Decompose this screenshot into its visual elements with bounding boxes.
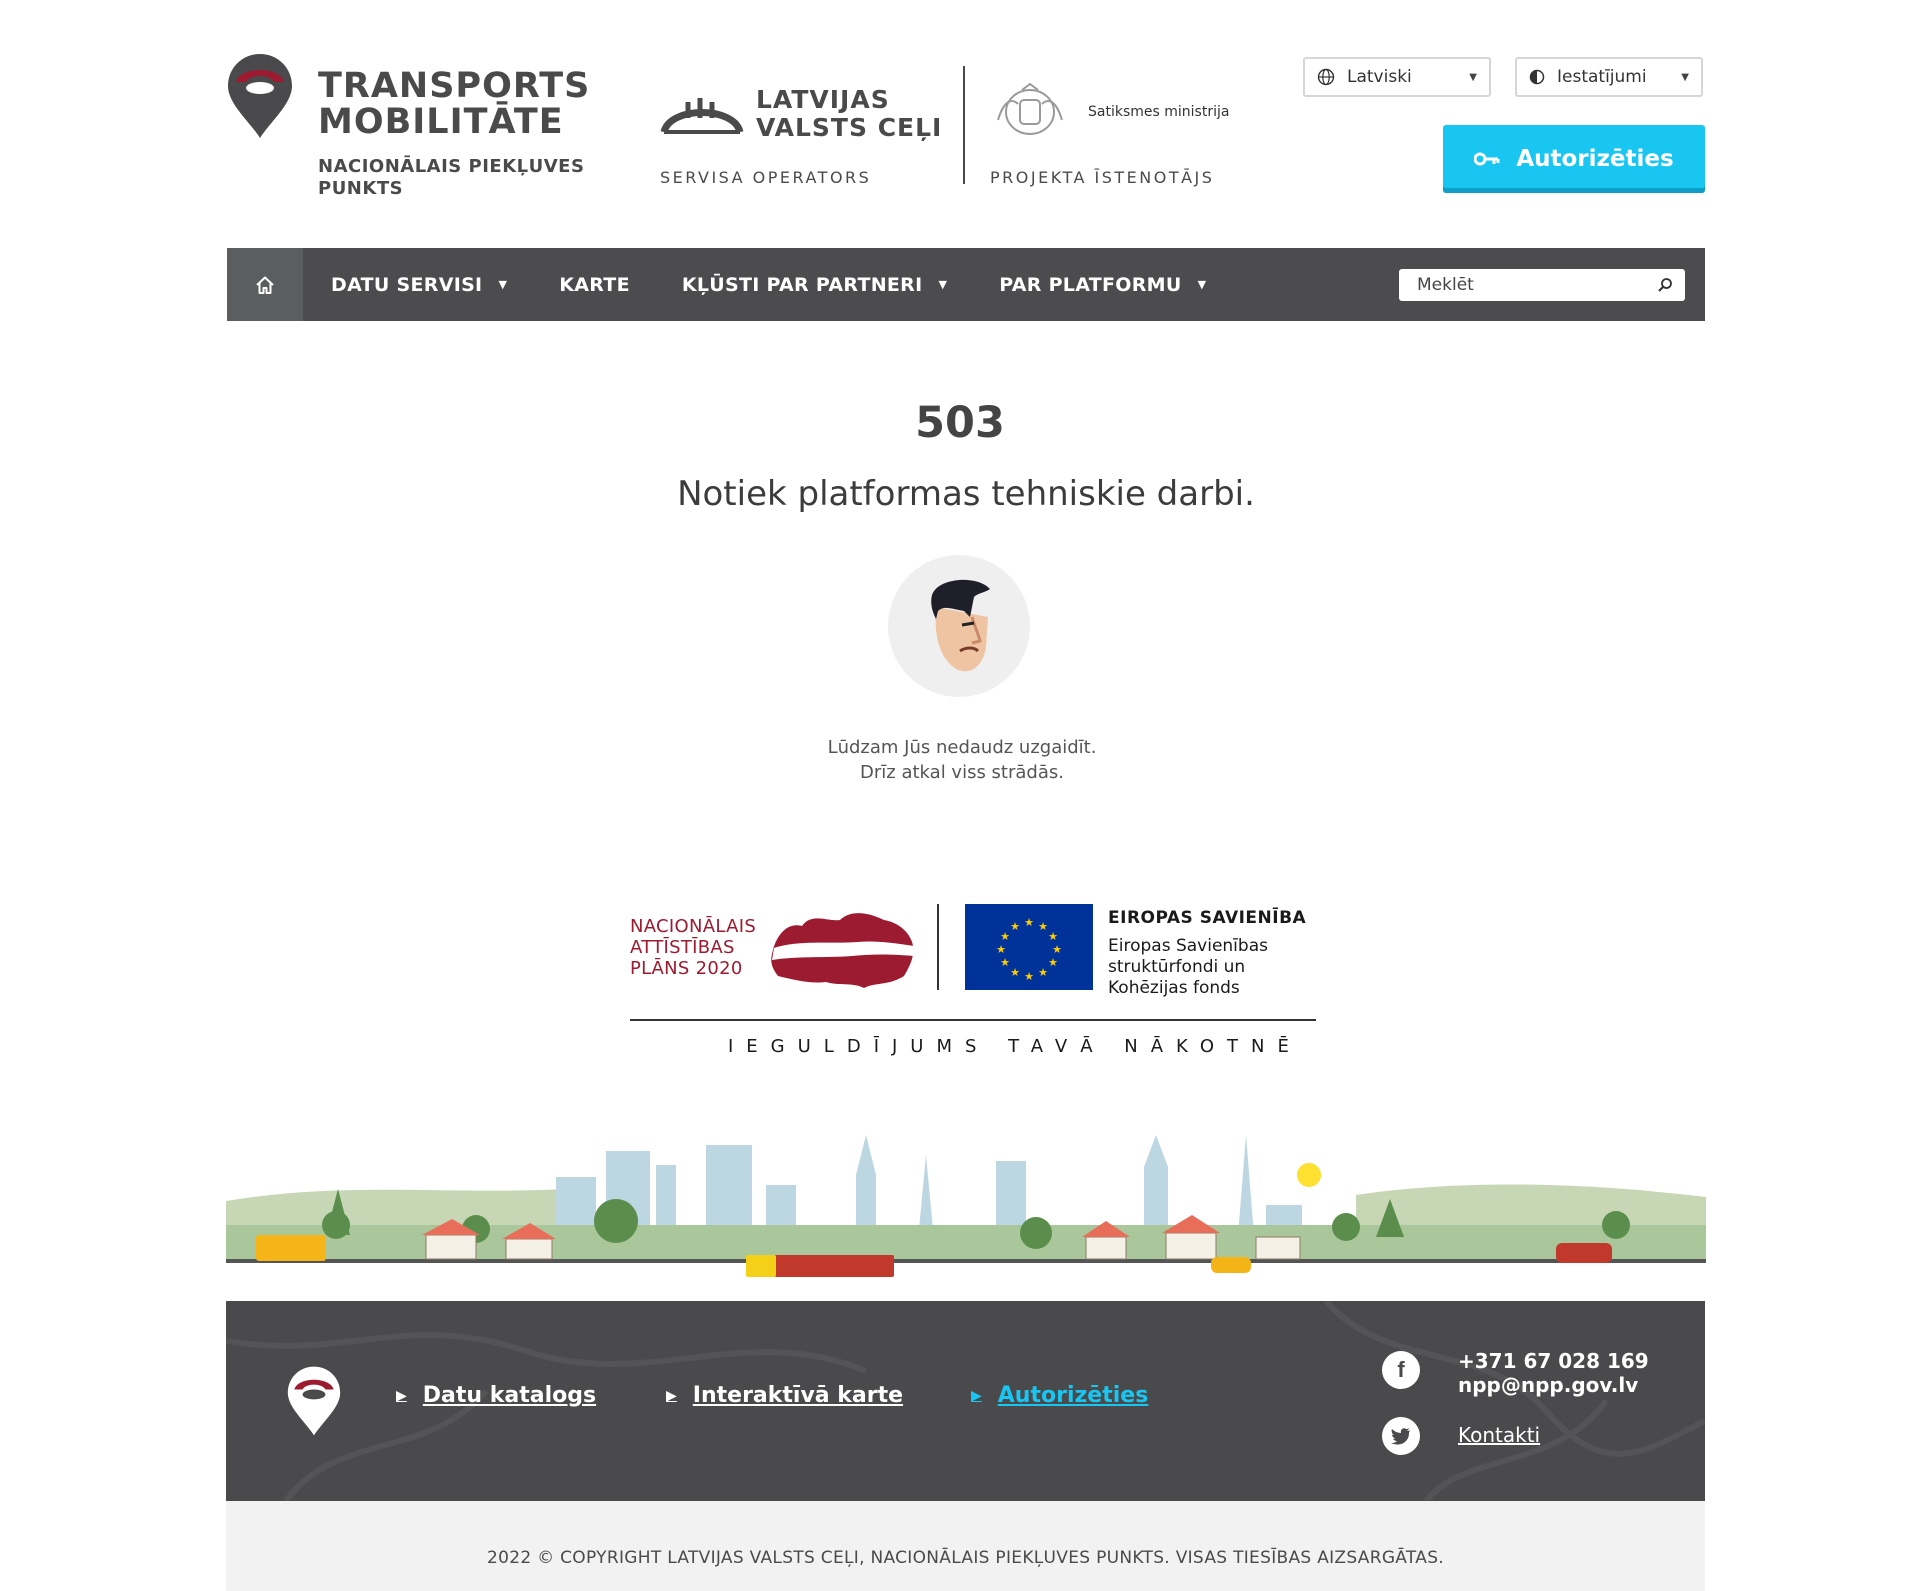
eu-flag-icon: ★ ★★ ★★★ ★★★ ★★★ bbox=[965, 904, 1093, 990]
caret-down-icon: ▼ bbox=[938, 278, 948, 291]
caret-down-icon: ▼ bbox=[498, 278, 508, 291]
location-pin-logo-icon bbox=[228, 54, 292, 138]
nav-item-label: DATU SERVISI bbox=[331, 273, 483, 296]
svg-text:★: ★ bbox=[1000, 956, 1010, 969]
key-icon bbox=[1474, 152, 1500, 166]
footer-logo-pin-icon[interactable] bbox=[286, 1365, 342, 1437]
latvia-map-flag-icon bbox=[771, 913, 914, 988]
footer-link-autorizeties[interactable]: ▶ Autorizēties bbox=[971, 1383, 1148, 1408]
search-input[interactable]: Meklēt bbox=[1417, 275, 1474, 295]
svg-text:★: ★ bbox=[1010, 920, 1020, 933]
svg-text:★: ★ bbox=[1052, 943, 1062, 956]
city-skyline-illustration bbox=[226, 1135, 1706, 1277]
language-select[interactable]: Latviski ▼ bbox=[1303, 57, 1491, 97]
operator-name-line2: VALSTS CEĻI bbox=[756, 113, 943, 142]
footer-email[interactable]: npp@npp.gov.lv bbox=[1458, 1373, 1638, 1397]
error-code: 503 bbox=[915, 398, 1005, 448]
login-button-label: Autorizēties bbox=[1516, 146, 1674, 172]
caret-down-icon: ▼ bbox=[1197, 278, 1207, 291]
eu-line3: Kohēzijas fonds bbox=[1108, 978, 1240, 998]
road-bridge-icon bbox=[660, 98, 744, 134]
implementer-caption: PROJEKTA ĪSTENOTĀJS bbox=[990, 168, 1215, 187]
footer-phone[interactable]: +371 67 028 169 bbox=[1458, 1349, 1649, 1373]
funding-divider bbox=[937, 904, 939, 990]
error-illustration bbox=[888, 555, 1030, 697]
svg-text:★: ★ bbox=[1048, 956, 1058, 969]
play-arrow-icon: ▶ bbox=[396, 1387, 407, 1404]
play-arrow-icon: ▶ bbox=[666, 1387, 677, 1404]
svg-text:★: ★ bbox=[996, 943, 1006, 956]
error-message-line2: Drīz atkal viss strādās. bbox=[860, 762, 1064, 783]
footer-link-label: Interaktīvā karte bbox=[692, 1383, 904, 1408]
settings-select[interactable]: Iestatījumi ▼ bbox=[1515, 57, 1703, 97]
svg-text:★: ★ bbox=[1038, 966, 1048, 979]
operator-name-line1: LATVIJAS bbox=[756, 85, 890, 114]
play-arrow-icon: ▶ bbox=[971, 1387, 982, 1404]
facebook-button[interactable]: f bbox=[1382, 1351, 1420, 1389]
site-footer: ▶ Datu katalogs ▶ Interaktīvā karte ▶ Au… bbox=[226, 1301, 1705, 1501]
eu-line2: struktūrfondi un bbox=[1108, 957, 1246, 977]
site-logo[interactable]: TRANSPORTS MOBILITĀTE NACIONĀLAIS PIEKĻU… bbox=[226, 52, 589, 202]
footer-link-interaktiva-karte[interactable]: ▶ Interaktīvā karte bbox=[666, 1383, 903, 1408]
twitter-icon bbox=[1391, 1427, 1410, 1445]
contrast-icon bbox=[1529, 69, 1545, 85]
home-icon bbox=[256, 276, 274, 294]
logo-subtitle-line2: PUNKTS bbox=[318, 178, 404, 199]
search-box[interactable]: Meklēt bbox=[1399, 268, 1685, 301]
error-headline: Notiek platformas tehniskie darbi. bbox=[677, 474, 1255, 514]
svg-text:★: ★ bbox=[1010, 966, 1020, 979]
nav-item-label: KARTE bbox=[559, 273, 630, 296]
funding-rule bbox=[630, 1019, 1316, 1021]
logo-title-line2: MOBILITĀTE bbox=[318, 102, 564, 142]
footer-link-datu-katalogs[interactable]: ▶ Datu katalogs bbox=[396, 1383, 596, 1408]
logo-title-line1: TRANSPORTS bbox=[318, 66, 591, 106]
eu-title: EIROPAS SAVIENĪBA bbox=[1108, 908, 1307, 928]
language-select-value: Latviski bbox=[1347, 67, 1412, 87]
main-nav: DATU SERVISI ▼ KARTE KĻŪSTI PAR PARTNERI… bbox=[227, 248, 1705, 321]
settings-select-value: Iestatījumi bbox=[1557, 67, 1647, 87]
search-icon[interactable] bbox=[1657, 277, 1673, 293]
svg-text:★: ★ bbox=[1048, 930, 1058, 943]
chevron-down-icon: ▼ bbox=[1681, 71, 1689, 83]
eu-line1: Eiropas Savienības bbox=[1108, 936, 1268, 956]
svg-text:★: ★ bbox=[1038, 920, 1048, 933]
coat-of-arms-icon bbox=[997, 82, 1063, 135]
svg-text:★: ★ bbox=[1000, 930, 1010, 943]
nav-item-label: PAR PLATFORMU bbox=[999, 273, 1182, 296]
copyright-text: 2022 © COPYRIGHT LATVIJAS VALSTS CEĻI, N… bbox=[486, 1548, 1445, 1568]
nav-item-par-platformu[interactable]: PAR PLATFORMU ▼ bbox=[973, 248, 1232, 321]
chevron-down-icon: ▼ bbox=[1469, 71, 1477, 83]
footer-link-label: Datu katalogs bbox=[422, 1383, 597, 1408]
twitter-button[interactable] bbox=[1382, 1417, 1420, 1455]
facebook-icon: f bbox=[1397, 1357, 1405, 1382]
footer-link-label: Autorizēties bbox=[997, 1383, 1149, 1408]
nav-item-label: KĻŪSTI PAR PARTNERI bbox=[681, 273, 923, 296]
operator-logo[interactable]: LATVIJAS VALSTS CEĻI SERVISA OPERATORS bbox=[660, 82, 950, 192]
globe-icon bbox=[1317, 68, 1335, 86]
footer-contacts-link[interactable]: Kontakti bbox=[1458, 1423, 1540, 1447]
nap-line1: NACIONĀLAIS bbox=[630, 916, 757, 937]
implementer-name: Satiksmes ministrija bbox=[1088, 104, 1230, 120]
funding-logos: NACIONĀLAIS ATTĪSTĪBAS PLĀNS 2020 ★ ★ ★ ★ ★… bbox=[628, 904, 1320, 1064]
nav-home-button[interactable] bbox=[227, 248, 303, 321]
nav-item-karte[interactable]: KARTE bbox=[533, 248, 656, 321]
logo-subtitle-line1: NACIONĀLAIS PIEKĻUVES bbox=[318, 156, 585, 177]
funding-motto: IEGULDĪJUMS TAVĀ NĀKOTNĒ bbox=[728, 1036, 1302, 1057]
nap-line3: PLĀNS 2020 bbox=[630, 958, 743, 979]
copyright-bar: 2022 © COPYRIGHT LATVIJAS VALSTS CEĻI, N… bbox=[226, 1501, 1705, 1591]
svg-text:★: ★ bbox=[1024, 916, 1034, 929]
implementer-logo[interactable]: Satiksmes ministrija PROJEKTA ĪSTENOTĀJS bbox=[990, 80, 1250, 190]
nav-item-klusti-par-partneri[interactable]: KĻŪSTI PAR PARTNERI ▼ bbox=[656, 248, 973, 321]
svg-text:★: ★ bbox=[1024, 970, 1034, 983]
header-divider bbox=[963, 66, 965, 184]
operator-caption: SERVISA OPERATORS bbox=[660, 168, 872, 187]
nav-item-datu-servisi[interactable]: DATU SERVISI ▼ bbox=[303, 248, 533, 321]
frowning-face-icon bbox=[931, 579, 990, 672]
nap-line2: ATTĪSTĪBAS bbox=[630, 937, 735, 958]
login-button[interactable]: Autorizēties bbox=[1443, 125, 1705, 193]
error-message-line1: Lūdzam Jūs nedaudz uzgaidīt. bbox=[827, 737, 1097, 758]
